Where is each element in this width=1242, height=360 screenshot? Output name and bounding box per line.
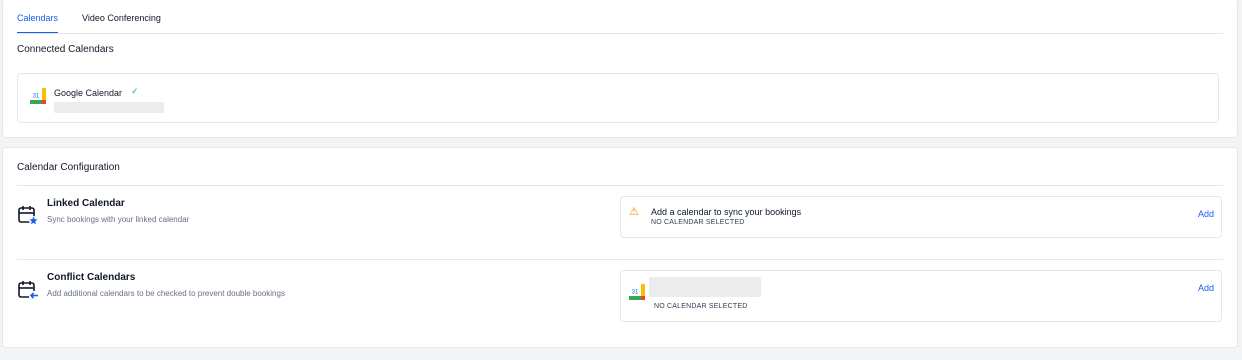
calendar-arrow-icon (17, 279, 39, 301)
calendar-configuration-title: Calendar Configuration (17, 162, 120, 173)
conflict-calendar-status: NO CALENDAR SELECTED (654, 303, 748, 310)
calendars-panel: Calendars Video Conferencing Connected C… (2, 0, 1238, 138)
conflict-calendar-selector: 31 NO CALENDAR SELECTED Add (620, 270, 1222, 322)
calendar-configuration-panel: Calendar Configuration Linked Calendar S… (2, 147, 1238, 348)
linked-calendar-message: Add a calendar to sync your bookings (651, 207, 802, 217)
google-calendar-icon: 31 (30, 88, 46, 104)
linked-calendar-subtitle: Sync bookings with your linked calendar (47, 215, 190, 224)
divider (17, 259, 1223, 260)
tab-calendars[interactable]: Calendars (17, 13, 59, 33)
connected-calendar-item: 31 Google Calendar ✓ (17, 73, 1219, 123)
add-linked-calendar-button[interactable]: Add (1198, 209, 1214, 219)
add-conflict-calendar-button[interactable]: Add (1198, 283, 1214, 293)
linked-calendar-title: Linked Calendar (47, 198, 125, 209)
conflict-calendars-title: Conflict Calendars (47, 272, 136, 283)
connected-calendars-title: Connected Calendars (17, 44, 114, 55)
warning-icon: ⚠ (629, 206, 639, 218)
google-calendar-icon: 31 (629, 284, 645, 300)
account-email-redacted (54, 102, 164, 113)
check-icon: ✓ (131, 86, 139, 96)
svg-text:31: 31 (33, 94, 40, 100)
linked-calendar-selector: ⚠ Add a calendar to sync your bookings N… (620, 196, 1222, 238)
google-calendar-label: Google Calendar (54, 88, 123, 98)
conflict-calendars-subtitle: Add additional calendars to be checked t… (47, 289, 285, 298)
calendar-star-icon (17, 204, 39, 226)
tab-bar: Calendars Video Conferencing (17, 13, 1223, 34)
svg-text:31: 31 (632, 290, 639, 296)
divider (17, 185, 1223, 186)
tab-video-conferencing[interactable]: Video Conferencing (82, 13, 161, 32)
account-email-redacted (649, 277, 761, 297)
linked-calendar-status: NO CALENDAR SELECTED (651, 219, 745, 226)
